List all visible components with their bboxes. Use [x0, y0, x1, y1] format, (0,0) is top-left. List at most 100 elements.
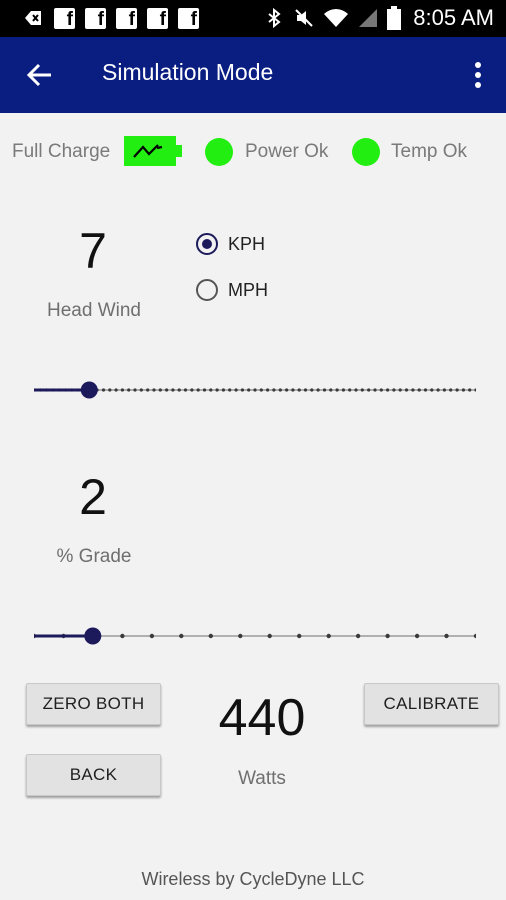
- grade-slider-tick: [326, 633, 331, 639]
- mute-icon: [295, 9, 313, 27]
- facebook-icon: f: [85, 7, 106, 30]
- wifi-icon: [324, 9, 349, 27]
- grade-slider-tick: [473, 633, 476, 639]
- head-wind-slider-tick: [196, 388, 200, 392]
- head-wind-slider-tick: [297, 388, 301, 392]
- grade-slider-tick: [120, 633, 125, 639]
- head-wind-slider-tick: [120, 388, 124, 392]
- head-wind-slider-tick: [442, 388, 446, 392]
- head-wind-slider-tick: [404, 388, 409, 392]
- head-wind-slider-tick: [417, 388, 421, 392]
- grade-slider-tick: [267, 633, 272, 639]
- grade-label: % Grade: [56, 546, 132, 567]
- radio-mph-label: MPH: [228, 279, 268, 300]
- grade-slider-tick: [385, 633, 390, 639]
- head-wind-slider-tick: [209, 388, 213, 392]
- power-value: 440: [218, 689, 306, 747]
- head-wind-slider-tick: [373, 388, 377, 392]
- charge-label: Full Charge: [12, 141, 111, 162]
- grade-slider-tick: [355, 633, 361, 639]
- bluetooth-icon: [268, 7, 281, 29]
- head-wind-slider[interactable]: [34, 375, 476, 405]
- grade-slider-tick: [414, 633, 420, 639]
- temp-status-indicator: [352, 138, 380, 166]
- head-wind-slider-tick: [114, 388, 118, 392]
- grade-slider-tick: [444, 633, 449, 639]
- head-wind-value: 7: [79, 223, 107, 279]
- head-wind-slider-tick: [322, 388, 327, 392]
- power-label: Watts: [238, 768, 286, 789]
- head-wind-slider-tick: [266, 388, 270, 392]
- head-wind-slider-tick: [430, 388, 434, 392]
- radio-mph-circle[interactable]: [196, 279, 218, 301]
- head-wind-slider-tick: [108, 388, 112, 392]
- facebook-icon: f: [178, 7, 199, 30]
- signal-icon: [359, 9, 378, 27]
- head-wind-slider-tick: [259, 388, 263, 392]
- head-wind-slider-tick: [285, 388, 289, 392]
- power-status-indicator: [205, 138, 233, 166]
- head-wind-slider-tick: [240, 388, 244, 392]
- head-wind-slider-tick: [367, 388, 371, 392]
- head-wind-slider-tick: [177, 388, 181, 392]
- head-wind-slider-tick: [316, 388, 320, 392]
- head-wind-slider-tick: [215, 388, 219, 392]
- head-wind-slider-tick: [303, 388, 308, 392]
- head-wind-slider-tick: [455, 388, 459, 392]
- head-wind-slider-tick: [461, 388, 465, 392]
- radio-kph-circle[interactable]: [196, 233, 218, 255]
- grade-slider[interactable]: [34, 621, 476, 651]
- radio-kph[interactable]: KPH: [196, 233, 265, 255]
- head-wind-slider-tick: [354, 388, 358, 392]
- zero-both-button[interactable]: ZERO BOTH: [26, 683, 161, 725]
- grade-value: 2: [79, 469, 107, 525]
- head-wind-slider-tick: [335, 388, 339, 392]
- head-wind-slider-tick: [278, 388, 282, 392]
- head-wind-slider-tick: [183, 388, 188, 392]
- head-wind-slider-tick: [411, 388, 415, 392]
- head-wind-slider-tick: [101, 388, 106, 392]
- head-wind-slider-tick: [234, 388, 238, 392]
- grade-slider-tick: [179, 633, 184, 639]
- grade-slider-tick: [208, 633, 213, 639]
- grade-slider-thumb[interactable]: [84, 627, 102, 645]
- radio-mph[interactable]: MPH: [196, 279, 268, 301]
- head-wind-slider-tick: [348, 388, 352, 392]
- head-wind-slider-tick: [190, 388, 194, 392]
- head-wind-slider-tick: [449, 388, 453, 392]
- calibrate-button[interactable]: CALIBRATE: [364, 683, 499, 725]
- radio-kph-label: KPH: [228, 233, 266, 254]
- back-button[interactable]: BACK: [26, 754, 161, 796]
- status-bar-system: 8:05 AM: [263, 5, 494, 31]
- head-wind-slider-tick: [423, 388, 428, 392]
- head-wind-slider-thumb[interactable]: [80, 381, 98, 399]
- status-bar: f f f f f 8:05 AM: [0, 0, 506, 37]
- grade-slider-tick: [149, 633, 155, 639]
- back-arrow-icon[interactable]: [26, 61, 54, 89]
- overflow-menu-icon[interactable]: [474, 61, 482, 89]
- head-wind-slider-tick: [228, 388, 232, 392]
- head-wind-slider-tick: [329, 388, 333, 392]
- facebook-icon: f: [54, 7, 75, 30]
- grade-slider-tick: [297, 633, 302, 639]
- head-wind-slider-tick: [221, 388, 225, 392]
- head-wind-slider-tick: [247, 388, 251, 392]
- grade-slider-tick: [238, 633, 243, 639]
- head-wind-slider-tick: [133, 388, 137, 392]
- head-wind-slider-tick: [379, 388, 383, 392]
- head-wind-slider-tick: [272, 388, 276, 392]
- head-wind-slider-tick: [436, 388, 440, 392]
- head-wind-slider-tick: [158, 388, 162, 392]
- head-wind-slider-tick: [165, 388, 169, 392]
- page-title: Simulation Mode: [102, 59, 274, 85]
- battery-icon: [387, 6, 402, 30]
- head-wind-slider-tick: [253, 388, 257, 392]
- head-wind-slider-tick: [152, 388, 156, 392]
- head-wind-slider-tick: [386, 388, 390, 392]
- head-wind-slider-tick: [398, 388, 402, 392]
- head-wind-slider-tick: [310, 388, 314, 392]
- head-wind-slider-tick: [341, 388, 345, 392]
- head-wind-slider-tick: [202, 388, 207, 392]
- facebook-icon: f: [147, 7, 168, 30]
- head-wind-slider-tick: [127, 388, 131, 392]
